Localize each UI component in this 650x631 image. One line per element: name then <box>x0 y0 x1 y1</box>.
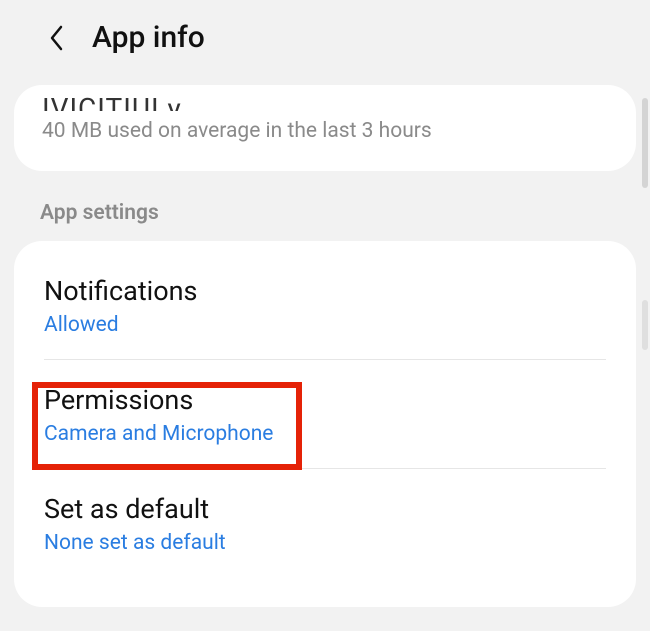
page-title: App info <box>92 20 205 55</box>
memory-title-cut: IVICITIUI y <box>42 95 608 111</box>
notifications-item[interactable]: Notifications Allowed <box>42 251 608 359</box>
back-button[interactable] <box>42 24 70 52</box>
permissions-subtitle: Camera and Microphone <box>44 422 606 446</box>
chevron-left-icon <box>48 24 64 52</box>
memory-subtitle: 40 MB used on average in the last 3 hour… <box>42 119 608 143</box>
set-default-item[interactable]: Set as default None set as default <box>42 469 608 577</box>
memory-item[interactable]: IVICITIUI y 40 MB used on average in the… <box>14 85 636 171</box>
permissions-item[interactable]: Permissions Camera and Microphone <box>42 360 608 468</box>
set-default-subtitle: None set as default <box>44 531 606 555</box>
notifications-subtitle: Allowed <box>44 313 606 337</box>
scrollbar-thumb[interactable] <box>642 98 648 188</box>
app-settings-card: Notifications Allowed Permissions Camera… <box>14 241 636 607</box>
section-label-app-settings: App settings <box>0 171 650 241</box>
permissions-title: Permissions <box>44 384 606 416</box>
notifications-title: Notifications <box>44 275 606 307</box>
header-bar: App info <box>0 0 650 79</box>
set-default-title: Set as default <box>44 493 606 525</box>
scrollbar-thumb[interactable] <box>642 300 648 350</box>
